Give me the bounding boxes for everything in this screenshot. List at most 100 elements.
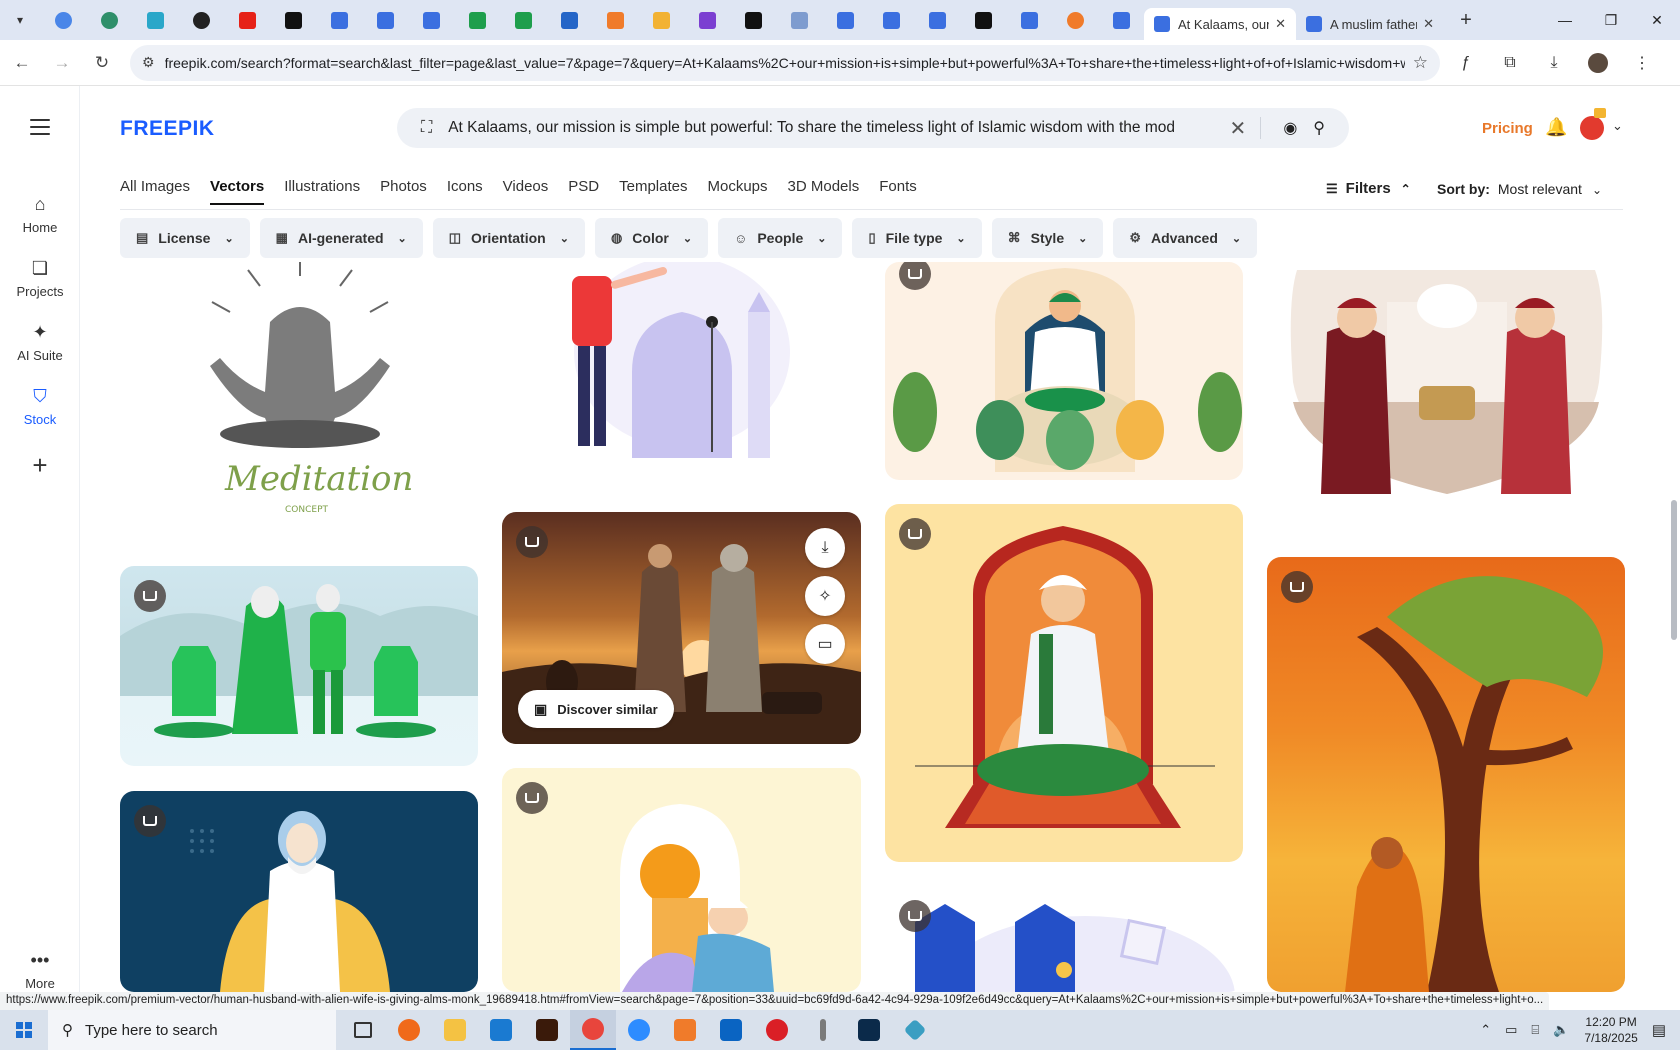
image-card-arab-man[interactable] [120, 791, 478, 992]
tab-inactive[interactable]: A muslim father ✕ [1296, 8, 1444, 40]
back-icon[interactable]: ← [4, 45, 40, 81]
profile-avatar-icon[interactable] [1580, 45, 1616, 81]
rail-item-more[interactable]: ••• More [0, 948, 80, 991]
tab-mockups[interactable]: Mockups [707, 178, 767, 205]
search-icon[interactable]: ⚲ [1313, 118, 1325, 138]
pinned-tab[interactable] [224, 0, 270, 40]
image-card-man-on-rug[interactable] [885, 504, 1243, 862]
search-mode-icon[interactable]: ⛶ [421, 119, 432, 137]
tab-photos[interactable]: Photos [380, 178, 427, 205]
illustrator-icon[interactable] [524, 1010, 570, 1050]
search-bar[interactable]: ⛶ At Kalaams, our mission is simple but … [397, 108, 1349, 148]
download-icon[interactable]: ⤓ [805, 528, 845, 568]
image-card-mosque-man[interactable] [502, 262, 861, 462]
task-view-icon[interactable] [340, 1010, 386, 1050]
filter-file-type[interactable]: ▯ File type ⌄ [852, 218, 982, 258]
pricing-link[interactable]: Pricing [1482, 120, 1533, 137]
tab-active[interactable]: At Kalaams, our mission is simple but po… [1144, 8, 1296, 40]
photoshop-icon[interactable] [846, 1010, 892, 1050]
image-card-men-giving[interactable] [1267, 262, 1625, 497]
new-tab-button[interactable]: + [1448, 2, 1484, 38]
pinned-tab[interactable] [316, 0, 362, 40]
pinned-tab[interactable] [408, 0, 454, 40]
chrome-icon[interactable] [570, 1010, 616, 1050]
pinned-tab[interactable] [776, 0, 822, 40]
image-card-monk-tree[interactable] [1267, 557, 1625, 992]
file-explorer-icon[interactable] [432, 1010, 478, 1050]
image-card-alien-monk[interactable]: ⤓ ✧ ▭ ▣ Discover similar [502, 512, 861, 744]
maximize-icon[interactable]: ❐ [1588, 0, 1634, 40]
tab-psd[interactable]: PSD [568, 178, 599, 205]
notifications-bell-icon[interactable]: 🔔 [1545, 117, 1567, 138]
scrollbar-thumb[interactable] [1671, 500, 1677, 640]
filters-toggle-button[interactable]: ☰ Filters ⌃ [1326, 180, 1411, 197]
pinned-tab[interactable] [822, 0, 868, 40]
filter-ai-generated[interactable]: ▦ AI-generated ⌄ [259, 218, 423, 258]
hamburger-menu-icon[interactable] [30, 119, 50, 140]
search-input[interactable]: At Kalaams, our mission is simple but po… [448, 119, 1217, 137]
pinned-tab[interactable] [638, 0, 684, 40]
pinned-tab[interactable] [914, 0, 960, 40]
filter-style[interactable]: ⌘ Style ⌄ [991, 218, 1104, 258]
pinned-tab[interactable] [1006, 0, 1052, 40]
pinned-tab[interactable] [684, 0, 730, 40]
discover-similar-button[interactable]: ▣ Discover similar [518, 690, 674, 728]
pinned-tab[interactable] [868, 0, 914, 40]
xampp-icon[interactable] [662, 1010, 708, 1050]
tab-icons[interactable]: Icons [447, 178, 483, 205]
outlook-icon[interactable] [708, 1010, 754, 1050]
rail-item-ai-suite[interactable]: ✦ AI Suite [0, 320, 80, 363]
save-to-collection-icon[interactable]: ▭ [805, 624, 845, 664]
pinned-tab[interactable] [86, 0, 132, 40]
filter-color[interactable]: ◍ Color ⌄ [594, 218, 709, 258]
zoom-icon[interactable] [616, 1010, 662, 1050]
chevron-down-icon[interactable]: ⌄ [1612, 118, 1623, 134]
app-icon[interactable] [892, 1010, 938, 1050]
rail-item-projects[interactable]: ❏ Projects [0, 256, 80, 299]
vscode-icon[interactable] [478, 1010, 524, 1050]
clock[interactable]: 12:20 PM 7/18/2025 [1584, 1014, 1637, 1046]
tab-vectors[interactable]: Vectors [210, 178, 265, 205]
rail-item-stock[interactable]: ⛉ Stock [0, 384, 80, 427]
extensions-puzzle-icon[interactable]: ⧉ [1492, 45, 1528, 81]
pinned-tab[interactable] [454, 0, 500, 40]
address-bar[interactable]: ⚙ freepik.com/search?format=search&last_… [130, 44, 1440, 81]
battery-icon[interactable]: ▭ [1505, 1022, 1517, 1038]
clear-search-icon[interactable]: ✕ [1230, 116, 1247, 141]
firefox-icon[interactable] [386, 1010, 432, 1050]
download-icon[interactable]: ⤓ [1536, 45, 1572, 81]
tab-illustrations[interactable]: Illustrations [284, 178, 360, 205]
user-avatar[interactable] [1580, 116, 1604, 140]
forward-icon[interactable]: → [44, 45, 80, 81]
image-card-meditation[interactable]: Meditation CONCEPT [120, 262, 478, 524]
tab-fonts[interactable]: Fonts [879, 178, 917, 205]
pinned-tab[interactable] [132, 0, 178, 40]
pen-tool-icon[interactable] [800, 1010, 846, 1050]
pinned-tab[interactable] [960, 0, 1006, 40]
pinned-tab[interactable] [1098, 0, 1144, 40]
close-tab-icon[interactable]: ✕ [1423, 16, 1434, 32]
page-scrollbar[interactable] [1668, 86, 1680, 992]
add-icon[interactable]: + [26, 452, 54, 480]
windows-start-icon[interactable] [0, 1010, 48, 1050]
chevron-up-icon[interactable]: ⌃ [1480, 1022, 1491, 1038]
pinned-tab[interactable] [178, 0, 224, 40]
pinned-tab[interactable] [40, 0, 86, 40]
image-card-muslim-couple[interactable] [120, 566, 478, 766]
close-tab-icon[interactable]: ✕ [1275, 16, 1286, 32]
pinned-tab[interactable] [730, 0, 776, 40]
rail-item-home[interactable]: ⌂ Home [0, 192, 80, 235]
filter-license[interactable]: ▤ License ⌄ [120, 218, 250, 258]
ai-edit-sparkle-icon[interactable]: ✧ [805, 576, 845, 616]
tab-templates[interactable]: Templates [619, 178, 687, 205]
camera-search-icon[interactable]: ◉ [1283, 118, 1297, 138]
bookmark-star-icon[interactable]: ☆ [1413, 53, 1428, 73]
tab-videos[interactable]: Videos [503, 178, 549, 205]
notifications-icon[interactable]: ▤ [1652, 1021, 1666, 1039]
pinned-tab[interactable] [270, 0, 316, 40]
close-window-icon[interactable]: ✕ [1634, 0, 1680, 40]
pinned-tab[interactable] [546, 0, 592, 40]
site-info-icon[interactable]: ⚙ [142, 54, 155, 71]
creative-cloud-icon[interactable] [754, 1010, 800, 1050]
minimize-icon[interactable]: — [1542, 0, 1588, 40]
